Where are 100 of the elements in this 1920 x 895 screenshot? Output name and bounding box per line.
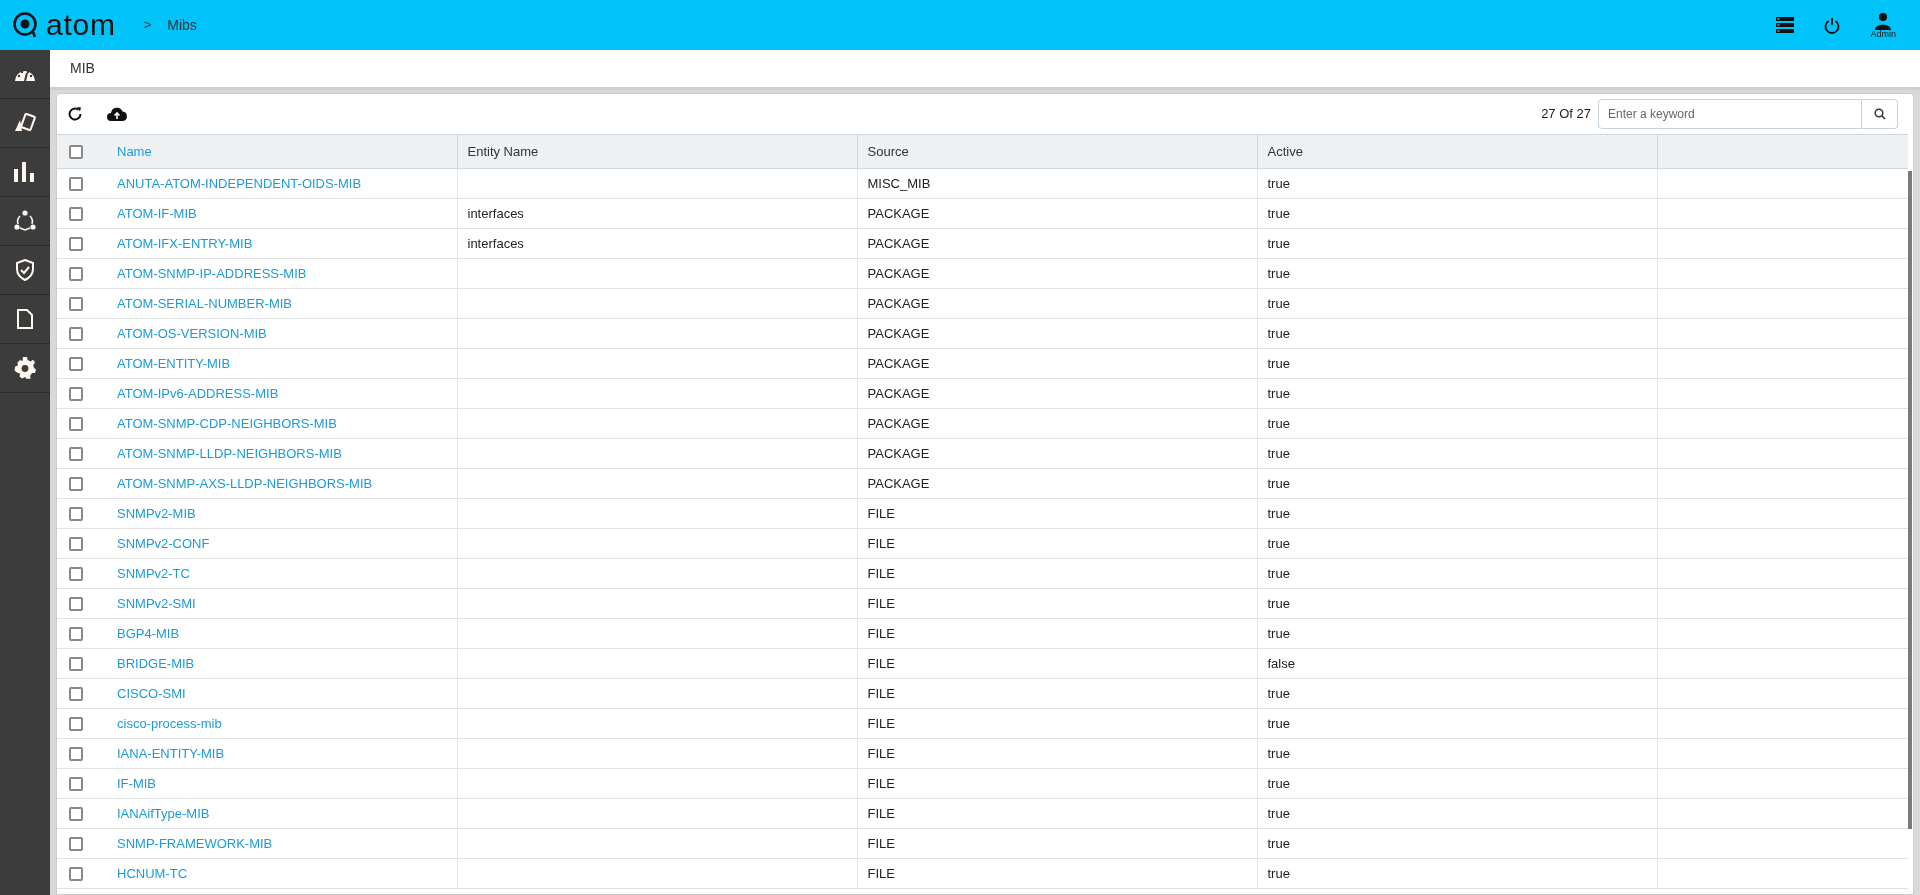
search-icon [1873, 108, 1886, 120]
cloud-upload-icon[interactable] [107, 107, 127, 121]
table-cell: true [1267, 385, 1290, 401]
checkbox[interactable] [69, 144, 83, 159]
checkbox[interactable] [69, 326, 83, 341]
scrollbar[interactable] [1908, 171, 1912, 829]
mib-name-link[interactable]: ATOM-SNMP-CDP-NEIGHBORS-MIB [117, 415, 337, 431]
mib-name-link[interactable]: IANAifType-MIB [117, 805, 210, 821]
mib-name-link[interactable]: ATOM-SNMP-AXS-LLDP-NEIGHBORS-MIB [117, 475, 373, 491]
table-cell: PACKAGE [867, 475, 930, 491]
table-cell: PACKAGE [867, 235, 930, 251]
checkbox[interactable] [69, 656, 83, 671]
checkbox[interactable] [69, 206, 83, 221]
mib-name-link[interactable]: SNMPv2-CONF [117, 535, 210, 551]
checkbox[interactable] [69, 446, 83, 461]
checkbox[interactable] [69, 536, 83, 551]
network-icon [14, 210, 36, 232]
checkbox[interactable] [69, 386, 83, 401]
checkbox[interactable] [69, 716, 83, 731]
mib-name-link[interactable]: ATOM-IF-MIB [117, 205, 197, 221]
checkbox[interactable] [69, 866, 83, 881]
table-cell: PACKAGE [867, 265, 930, 281]
mib-name-link[interactable]: SNMPv2-MIB [117, 505, 196, 521]
mib-name-link[interactable]: IANA-ENTITY-MIB [117, 745, 225, 761]
search-button[interactable] [1862, 99, 1898, 129]
mib-name-link[interactable]: ATOM-OS-VERSION-MIB [117, 325, 267, 341]
table-cell: PACKAGE [867, 325, 930, 341]
mib-name-link[interactable]: IF-MIB [117, 775, 156, 791]
server-icon[interactable] [1776, 17, 1795, 33]
mib-name-link[interactable]: SNMPv2-SMI [117, 595, 196, 611]
table-cell: FILE [867, 775, 895, 791]
table-cell: FILE [867, 745, 895, 761]
checkbox[interactable] [69, 596, 83, 611]
mib-name-link[interactable]: ATOM-SERIAL-NUMBER-MIB [117, 295, 293, 311]
checkbox[interactable] [69, 266, 83, 281]
column-header[interactable]: Source [867, 143, 909, 159]
table-cell: true [1267, 415, 1290, 431]
mib-name-link[interactable]: SNMPv2-TC [117, 565, 190, 581]
mib-name-link[interactable]: ATOM-IPv6-ADDRESS-MIB [117, 385, 279, 401]
table-cell: true [1267, 505, 1290, 521]
checkbox[interactable] [69, 746, 83, 761]
mib-name-link[interactable]: HCNUM-TC [117, 865, 188, 881]
table-cell: true [1267, 175, 1290, 191]
mib-name-link[interactable]: BGP4-MIB [117, 625, 180, 641]
checkbox[interactable] [69, 416, 83, 431]
checkbox[interactable] [69, 236, 83, 251]
mib-name-link[interactable]: ATOM-IFX-ENTRY-MIB [117, 235, 253, 251]
table-cell: PACKAGE [867, 355, 930, 371]
checkbox[interactable] [69, 806, 83, 821]
cards-icon [14, 113, 36, 133]
table-cell: true [1267, 835, 1290, 851]
checkbox[interactable] [69, 776, 83, 791]
refresh-icon[interactable] [67, 106, 83, 122]
table-cell: interfaces [467, 235, 524, 251]
table-cell: PACKAGE [867, 205, 930, 221]
table-cell: FILE [867, 625, 895, 641]
column-header[interactable]: Entity Name [467, 143, 539, 159]
table-cell: true [1267, 205, 1290, 221]
user-label: Admin [1870, 29, 1896, 39]
mib-name-link[interactable]: CISCO-SMI [117, 685, 186, 701]
table-cell: true [1267, 775, 1290, 791]
table-cell: true [1267, 475, 1290, 491]
checkbox[interactable] [69, 296, 83, 311]
table-cell: true [1267, 295, 1290, 311]
search-field[interactable]: Enter a keyword [1598, 99, 1862, 129]
mib-name-link[interactable]: SNMP-FRAMEWORK-MIB [117, 835, 273, 851]
table-cell: PACKAGE [867, 295, 930, 311]
checkbox[interactable] [69, 836, 83, 851]
table-cell: true [1267, 715, 1290, 731]
record-count: 27 Of 27 [1541, 105, 1591, 124]
mib-name-link[interactable]: ANUTA-ATOM-INDEPENDENT-OIDS-MIB [117, 175, 362, 191]
checkbox[interactable] [69, 626, 83, 641]
table-cell: FILE [867, 715, 895, 731]
logo-icon [12, 11, 38, 39]
table-cell: MISC_MIB [867, 175, 931, 191]
mib-name-link[interactable]: ATOM-SNMP-IP-ADDRESS-MIB [117, 265, 307, 281]
table-cell: true [1267, 445, 1290, 461]
checkbox[interactable] [69, 686, 83, 701]
checkbox[interactable] [69, 356, 83, 371]
mib-name-link[interactable]: cisco-process-mib [117, 715, 222, 731]
mib-name-link[interactable]: BRIDGE-MIB [117, 655, 195, 671]
table-cell: FILE [867, 535, 895, 551]
user-icon[interactable] [1874, 11, 1893, 30]
table-cell: interfaces [467, 205, 524, 221]
table-cell: true [1267, 865, 1290, 881]
document-icon [17, 309, 33, 329]
table-cell: FILE [867, 685, 895, 701]
checkbox[interactable] [69, 176, 83, 191]
checkbox[interactable] [69, 566, 83, 581]
mib-name-link[interactable]: ATOM-ENTITY-MIB [117, 355, 231, 371]
table-cell: true [1267, 805, 1290, 821]
checkbox[interactable] [69, 506, 83, 521]
checkbox[interactable] [69, 476, 83, 491]
power-icon[interactable] [1824, 16, 1841, 34]
breadcrumb-link[interactable]: Mibs [167, 14, 197, 36]
breadcrumb-separator: > [143, 16, 152, 35]
mib-name-link[interactable]: ATOM-SNMP-LLDP-NEIGHBORS-MIB [117, 445, 342, 461]
column-header[interactable]: Name [117, 143, 152, 159]
table-cell: FILE [867, 565, 895, 581]
column-header[interactable]: Active [1267, 143, 1303, 159]
